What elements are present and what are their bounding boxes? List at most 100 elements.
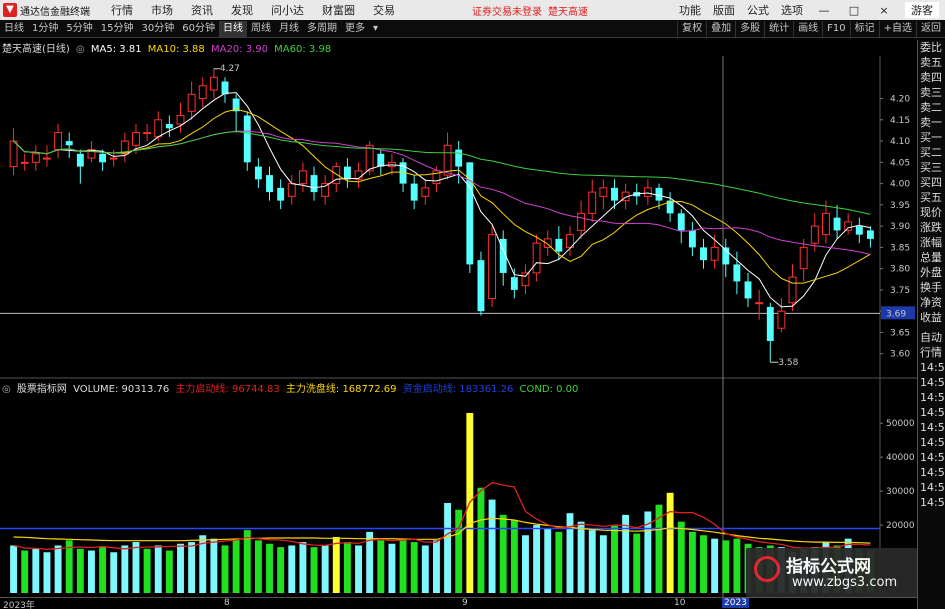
- tab-15min[interactable]: 15分钟: [97, 21, 138, 37]
- tab-month[interactable]: 月线: [275, 21, 303, 37]
- side-item: 卖四: [920, 71, 942, 84]
- volume-bar: [510, 519, 518, 593]
- price-tick-label: 3.80: [890, 265, 910, 275]
- volume-tick-label: 40000: [886, 453, 915, 463]
- menu-banmian[interactable]: 版面: [713, 2, 735, 18]
- volume-bar: [110, 552, 118, 593]
- candle-body-down: [866, 230, 874, 239]
- overlay-button[interactable]: 叠加: [706, 21, 735, 37]
- login-status[interactable]: 证券交易未登录: [472, 3, 542, 18]
- volume-bar: [299, 542, 307, 593]
- kline-chart[interactable]: 4.20 4.15 4.10 4.05 4.00 3.95 3.90 3.85 3.80 3.75…: [0, 38, 917, 597]
- candle-body-up: [710, 246, 719, 261]
- watermark: 指标公式网 www.zbgs3.com: [746, 548, 917, 597]
- tab-more[interactable]: 更多: [341, 21, 369, 37]
- side-item: 涨跌: [920, 221, 942, 234]
- current-price-label: 3.69: [886, 309, 906, 319]
- candle-body-up: [31, 153, 40, 163]
- side-lower-item: 14:5: [920, 436, 945, 449]
- add-watchlist-button[interactable]: +自选: [878, 21, 916, 37]
- candle-body-up: [42, 157, 51, 160]
- menu-jiaoyi[interactable]: 交易: [373, 2, 395, 18]
- mark-button[interactable]: 标记: [849, 21, 879, 37]
- candle-body-down: [254, 166, 262, 180]
- tab-60min[interactable]: 60分钟: [178, 21, 219, 37]
- side-lower-item: 14:5: [920, 481, 945, 494]
- volume-bar: [432, 540, 440, 593]
- settings-icon[interactable]: ◎: [76, 44, 85, 55]
- date-label-year: 2023年: [3, 601, 35, 609]
- menu-gongshi[interactable]: 公式: [747, 2, 769, 18]
- f10-button[interactable]: F10: [822, 21, 849, 37]
- tab-rixian[interactable]: 日线: [0, 21, 28, 37]
- menu-shichang[interactable]: 市场: [151, 2, 173, 18]
- menu-hangqing[interactable]: 行情: [111, 2, 133, 18]
- volume-bar: [544, 528, 552, 593]
- volume-bar: [32, 548, 40, 593]
- volume-bar: [21, 550, 29, 593]
- candle-body-up: [421, 187, 430, 197]
- cond-label: COND: 0.00: [519, 384, 579, 395]
- side-lower-item: 14:5: [920, 451, 945, 464]
- maximize-button[interactable]: □: [845, 4, 863, 17]
- volume-bar: [588, 530, 596, 593]
- candle-body-down: [833, 217, 841, 231]
- side-item: 收益: [920, 311, 942, 324]
- volume-bar: [399, 538, 407, 593]
- menu-wenxiaoda[interactable]: 问小达: [271, 2, 304, 18]
- side-lower-item[interactable]: 自动: [918, 330, 945, 345]
- tab-multi-period[interactable]: 多周期: [303, 21, 341, 37]
- price-tick-label: 3.60: [890, 350, 910, 360]
- candle-body-down: [221, 81, 229, 95]
- app-name: 通达信金融终端: [20, 6, 90, 18]
- draw-line-button[interactable]: 画线: [793, 21, 822, 37]
- fuquan-button[interactable]: 复权: [677, 21, 706, 37]
- ma60-line: [13, 130, 871, 215]
- price-tick-label: 4.10: [890, 137, 910, 147]
- back-button[interactable]: 返回: [916, 21, 945, 37]
- tab-5min[interactable]: 5分钟: [62, 21, 96, 37]
- volume-bar: [622, 514, 630, 593]
- side-item: 换手: [920, 281, 942, 294]
- current-stock-name: 楚天高速: [548, 6, 588, 18]
- tab-week[interactable]: 周线: [247, 21, 275, 37]
- tab-1min[interactable]: 1分钟: [28, 21, 62, 37]
- candle-body-up: [521, 272, 530, 287]
- price-tick-label: 3.85: [890, 243, 910, 253]
- minimize-button[interactable]: —: [815, 4, 833, 17]
- side-lower-item: 14:5: [920, 496, 945, 509]
- multi-stock-button[interactable]: 多股: [735, 21, 764, 37]
- candle-body-down: [343, 166, 351, 180]
- tab-day[interactable]: 日线: [218, 20, 247, 37]
- menu-caifuquan[interactable]: 财富圈: [322, 2, 355, 18]
- candle-body-up: [532, 242, 541, 274]
- candle-body-down: [477, 260, 485, 312]
- volume-bar: [288, 545, 296, 593]
- dropdown-icon[interactable]: ▾: [369, 21, 382, 37]
- stats-button[interactable]: 统计: [764, 21, 793, 37]
- date-label-aug: 8: [224, 598, 230, 608]
- candle-body-down: [455, 149, 463, 167]
- candle-body-up: [187, 93, 196, 112]
- volume-bar: [132, 542, 140, 593]
- volume-tick-label: 20000: [886, 521, 915, 531]
- menu-faxian[interactable]: 发现: [231, 2, 253, 18]
- ma-info-line: 楚天高速(日线) ◎ MA5: 3.81 MA10: 3.88 MA20: 3.…: [2, 40, 334, 55]
- indicator-settings-icon[interactable]: ◎: [2, 384, 11, 395]
- volume-bar: [355, 545, 362, 593]
- tab-30min[interactable]: 30分钟: [137, 21, 178, 37]
- guest-button[interactable]: 游客: [905, 2, 939, 18]
- volume-bar: [232, 538, 240, 593]
- volume-info-line: ◎ 股票指标网 VOLUME: 90313.76 主力启动线: 96744.83…: [2, 380, 581, 395]
- menu-gongneng[interactable]: 功能: [679, 2, 701, 18]
- close-button[interactable]: ×: [875, 4, 893, 17]
- candle-body-up: [287, 183, 296, 197]
- side-lower-item: 14:5: [920, 421, 945, 434]
- candle-body-up: [143, 132, 152, 135]
- menu-xuanxiang[interactable]: 选项: [781, 2, 803, 18]
- price-tick-label: 4.15: [890, 116, 910, 126]
- side-lower-item[interactable]: 行情: [918, 345, 945, 360]
- volume-bar: [310, 547, 318, 593]
- candle-body-up: [20, 161, 29, 164]
- menu-zixun[interactable]: 资讯: [191, 2, 213, 18]
